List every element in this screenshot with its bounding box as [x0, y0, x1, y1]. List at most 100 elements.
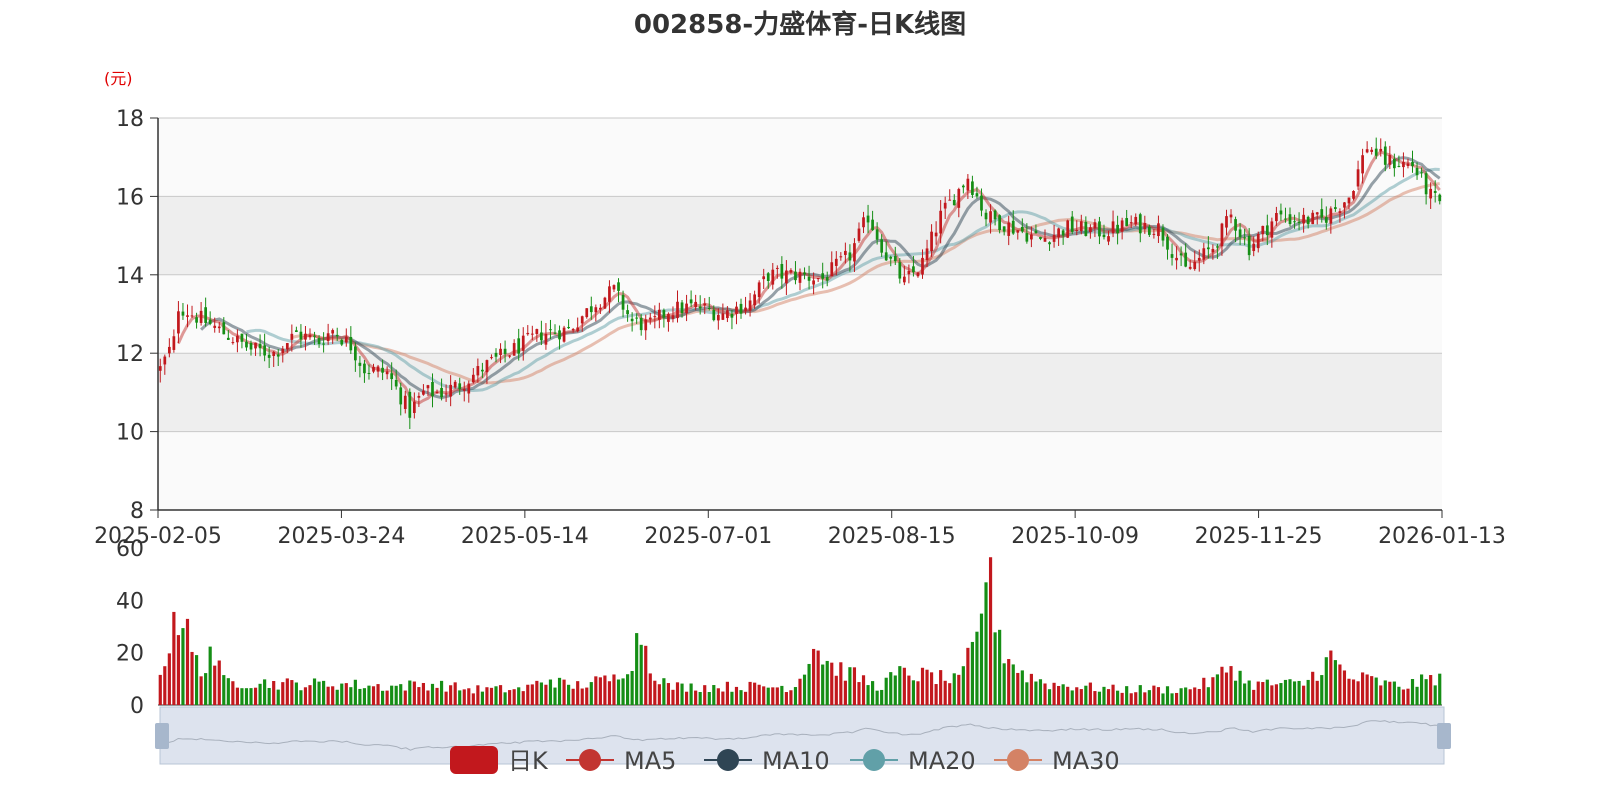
date-tick-label: 2025-07-01 [644, 524, 772, 549]
volume-bar [893, 675, 897, 705]
candle-body [1256, 233, 1260, 249]
volume-bar [843, 680, 847, 705]
candle-body [304, 333, 307, 340]
volume-bar [698, 691, 702, 705]
candle-body [839, 256, 843, 258]
candle-body [871, 219, 874, 231]
legend-dot-icon [579, 749, 601, 771]
volume-bar [1066, 686, 1070, 705]
candle-body [884, 252, 888, 261]
candle-body [730, 313, 734, 318]
candle-body [313, 335, 316, 337]
candle-body [576, 327, 580, 332]
volume-bar [285, 678, 289, 705]
candle-body [1179, 253, 1183, 256]
volume-bar [349, 687, 353, 705]
candle-body [1089, 227, 1092, 233]
candle-body [980, 195, 983, 211]
candle-body [499, 348, 502, 356]
candle-body [226, 337, 230, 340]
volume-bar [1007, 659, 1011, 705]
volume-bar [748, 681, 752, 705]
volume-bar [226, 678, 230, 705]
candle-body [1284, 218, 1287, 220]
volume-bar [1288, 679, 1292, 705]
volume-bar [644, 645, 648, 705]
candle-body [626, 310, 629, 315]
candle-body [172, 336, 176, 350]
volume-bar [1233, 680, 1238, 705]
candle [1066, 219, 1070, 239]
candle-body [1170, 254, 1174, 258]
volume-bar [1184, 687, 1188, 705]
legend-label: MA10 [762, 747, 830, 775]
volume-bar [1034, 681, 1038, 705]
candle-body [726, 310, 729, 319]
candle-body [331, 330, 335, 334]
candle-body [912, 266, 915, 273]
candle-body [417, 395, 421, 398]
price-tick-label: 14 [116, 264, 144, 289]
candle-body [412, 401, 416, 413]
volume-bar [235, 687, 239, 705]
volume-bar [1424, 679, 1428, 705]
candle-body [1166, 236, 1169, 250]
volume-bar [526, 684, 530, 705]
candle-body [1406, 163, 1410, 167]
volume-bar [929, 672, 934, 705]
volume-bar [1302, 685, 1306, 705]
candle-body [1084, 221, 1088, 236]
slider-left-handle[interactable] [155, 723, 169, 749]
candle-body [1302, 214, 1305, 224]
volume-bar [939, 670, 943, 705]
candle-body [467, 383, 471, 394]
volume-bar [689, 683, 693, 705]
candle-body [181, 311, 185, 316]
candle-body [1143, 222, 1147, 230]
volume-bar [907, 675, 911, 705]
candle [562, 325, 566, 343]
candle-body [662, 310, 666, 318]
candle-body [549, 329, 552, 331]
volume-bar [294, 682, 298, 705]
volume-bar [762, 686, 766, 705]
volume-bar [694, 690, 698, 705]
candle-body [258, 343, 262, 349]
candle-body [1161, 227, 1165, 241]
volume-bar [449, 685, 453, 705]
volume-bar [975, 631, 979, 705]
candle-body [1184, 252, 1188, 267]
candle-body [512, 343, 516, 356]
candle-body [349, 336, 353, 351]
volume-bar [998, 629, 1002, 705]
volume-bar [1383, 680, 1387, 705]
candle-body [812, 280, 815, 285]
price-band [158, 353, 1442, 432]
candle-body [1433, 190, 1437, 193]
volume-bar [1229, 666, 1233, 705]
candle-body [567, 326, 570, 329]
legend-item-ma20[interactable]: MA20 [850, 747, 976, 775]
volume-bar [317, 681, 321, 705]
volume-bar [1011, 664, 1015, 705]
candle-body [834, 258, 838, 266]
candle-body [1016, 230, 1020, 233]
slider-right-handle[interactable] [1437, 723, 1451, 749]
volume-bar [666, 683, 671, 705]
volume-bar [684, 691, 689, 705]
volume-bar [1356, 681, 1360, 705]
legend-item-ma10[interactable]: MA10 [704, 747, 830, 775]
candle-body [830, 262, 834, 277]
volume-bar [580, 688, 584, 705]
candle-body [453, 381, 457, 388]
candle-body [1138, 214, 1142, 234]
candle-body [1415, 167, 1419, 176]
date-axis: 2025-02-05 2025-03-24 2025-05-14 2025-07-01… [94, 509, 1506, 549]
legend-item-ma30[interactable]: MA30 [994, 747, 1120, 775]
candle-body [344, 336, 348, 343]
candle-body [358, 362, 362, 366]
legend-label: MA5 [624, 747, 676, 775]
volume-bar [535, 680, 539, 705]
volume-bar [925, 669, 929, 705]
candle-body [748, 300, 752, 311]
